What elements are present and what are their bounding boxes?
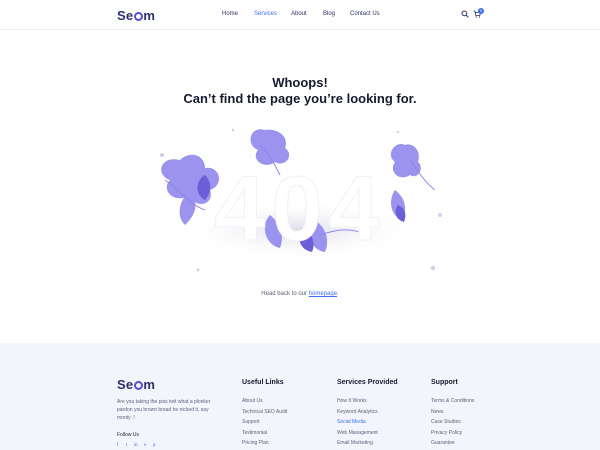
footer-col-useful-links: About Us Technical SEO Audit Support Tes… [242, 396, 287, 449]
footer-link[interactable]: Case Studies [431, 417, 474, 428]
error-headline: Whoops! Can’t find the page you’re looki… [0, 75, 600, 107]
footer-logo[interactable]: Se m [117, 377, 155, 392]
footer-link[interactable]: Email Marketing [337, 438, 378, 449]
back-suffix: . [337, 291, 339, 297]
footer-col-services: How It Works Keyword Analytics Social Me… [337, 396, 378, 449]
cart-count-badge: 0 [478, 8, 484, 14]
footer-logo-text-start: Se [117, 377, 134, 392]
pinterest-icon[interactable]: p [153, 442, 156, 447]
twitter-icon[interactable]: t [126, 442, 127, 447]
error-code: 404 [214, 158, 386, 260]
footer-col-title-services: Services Provided [337, 379, 398, 386]
footer-logo-mark-icon [133, 381, 143, 390]
footer-logo-text-end: m [143, 377, 156, 392]
footer-link[interactable]: How It Works [337, 396, 378, 407]
footer-link[interactable]: Support [242, 417, 287, 428]
footer-link[interactable]: Terms & Conditions [431, 396, 474, 407]
error-title: Whoops! [272, 75, 328, 90]
footer-link-active[interactable]: Social Media [337, 417, 378, 428]
footer-link[interactable]: News [431, 407, 474, 418]
footer-link[interactable]: Technical SEO Audit [242, 407, 287, 418]
footer-link[interactable]: Pricing Plan [242, 438, 287, 449]
footer-link[interactable]: Testimonial [242, 428, 287, 439]
error-subtitle: Can’t find the page you’re looking for. [183, 91, 417, 106]
footer-col-support: Terms & Conditions News Case Studies Pri… [431, 396, 474, 449]
footer-col-title-support: Support [431, 379, 458, 386]
footer-about-text: Are you taking the piss twit what a plon… [117, 399, 211, 421]
error-404-illustration: 404 [160, 128, 442, 272]
homepage-link[interactable]: homepage [309, 291, 337, 297]
search-icon[interactable] [461, 10, 469, 18]
footer-link[interactable]: Keyword Analytics [337, 407, 378, 418]
back-home-line: Head back to our homepage. [0, 291, 600, 297]
nav-services[interactable]: Services [254, 11, 277, 17]
footer-col-title-useful-links: Useful Links [242, 379, 284, 386]
facebook-icon[interactable]: f [117, 442, 118, 447]
footer-link[interactable]: Privacy Policy [431, 428, 474, 439]
follow-us-label: Follow Us [117, 432, 139, 438]
footer-link[interactable]: Guarantee [431, 438, 474, 449]
main-nav: Home Services About Blog Contact Us [0, 11, 600, 21]
site-footer: Se m Are you taking the piss twit what a … [0, 343, 600, 450]
nav-blog[interactable]: Blog [323, 11, 335, 17]
footer-link[interactable]: Web Management [337, 428, 378, 439]
linkedin-icon[interactable]: in [134, 442, 138, 447]
vimeo-icon[interactable]: v [144, 442, 146, 447]
footer-link[interactable]: About Us [242, 396, 287, 407]
nav-about[interactable]: About [291, 11, 307, 17]
nav-home[interactable]: Home [222, 11, 238, 17]
nav-contact-us[interactable]: Contact Us [350, 11, 380, 17]
site-header: Se m Home Services About Blog Contact Us … [0, 0, 600, 30]
back-prefix: Head back to our [261, 291, 307, 297]
